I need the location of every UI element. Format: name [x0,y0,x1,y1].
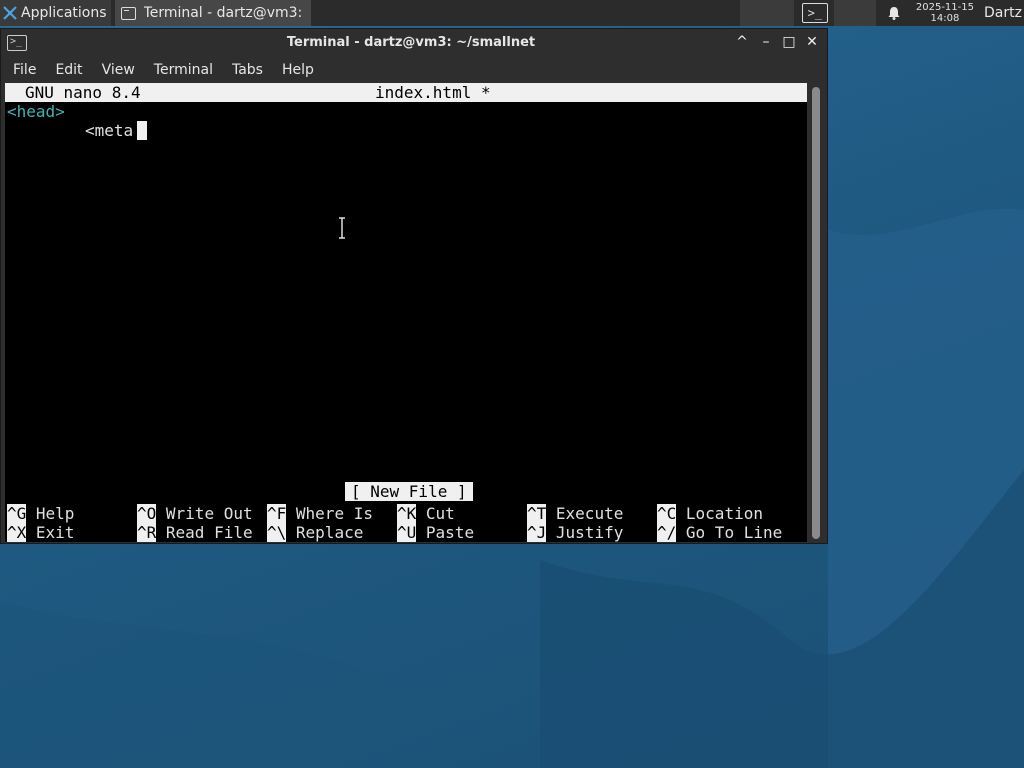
shade-up-button[interactable]: ^ [733,33,751,51]
terminal-area[interactable]: GNU nano 8.4 index.html * <head> <meta [… [5,83,807,542]
shortcut-key: ^U [397,523,417,542]
window-titlebar[interactable]: >_ Terminal - dartz@vm3: ~/smallnet ^ – … [1,29,827,57]
terminal-launcher-glyph: >_ [807,6,823,20]
terminal-launcher-icon[interactable]: >_ [801,3,828,23]
shortcut-label: Replace [295,523,364,542]
user-menu[interactable]: Dartz [984,5,1024,21]
panel-clock[interactable]: 2025-11-15 14:08 [916,2,974,24]
shortcut-key: ^O [137,504,157,523]
close-button[interactable]: ✕ [803,33,821,51]
ibeam-cursor-icon [339,217,345,239]
panel-workspace-area[interactable] [739,0,794,26]
shortcut-key: ^C [657,504,677,523]
shortcut-key: ^F [267,504,287,523]
menu-file[interactable]: File [13,62,36,78]
shortcut-key: ^R [137,523,157,542]
shortcut-execute[interactable]: ^T Execute [527,504,623,523]
shortcut-cut[interactable]: ^K Cut [397,504,455,523]
menu-help[interactable]: Help [282,62,314,78]
xfce-logo-icon [3,6,17,20]
shortcut-where-is[interactable]: ^F Where Is [267,504,373,523]
editor-line: <meta [85,121,134,140]
shortcut-label: Paste [425,523,475,542]
bell-icon[interactable] [886,5,902,21]
shortcut-key: ^T [527,504,547,523]
applications-label: Applications [21,5,107,21]
shortcut-location[interactable]: ^C Location [657,504,763,523]
shortcut-justify[interactable]: ^J Justify [527,523,623,542]
taskbar-terminal-button[interactable]: Terminal - dartz@vm3: ... [114,0,311,26]
terminal-window: >_ Terminal - dartz@vm3: ~/smallnet ^ – … [0,28,828,544]
terminal-icon [120,6,136,20]
shortcut-label: Justify [555,523,624,542]
shortcut-label: Help [35,504,75,523]
minimize-button[interactable]: – [757,33,775,51]
nano-header-bar: GNU nano 8.4 index.html * [5,83,807,102]
applications-menu-button[interactable]: Applications [0,0,111,26]
clock-time: 14:08 [930,13,960,24]
menu-terminal[interactable]: Terminal [154,62,213,78]
shortcut-replace[interactable]: ^\ Replace [267,523,363,542]
shortcut-key: ^X [7,523,27,542]
shortcut-label: Where Is [295,504,373,523]
shortcut-write-out[interactable]: ^O Write Out [137,504,253,523]
terminal-scrollbar[interactable] [809,83,823,542]
shortcut-label: Exit [35,523,75,542]
top-panel: Applications Terminal - dartz@vm3: ... >… [0,0,1024,26]
shortcut-label: Go To Line [685,523,783,542]
shortcut-key: ^K [397,504,417,523]
shortcut-label: Read File [165,523,253,542]
shortcut-key: ^\ [267,523,287,542]
menu-bar: File Edit View Terminal Tabs Help [1,57,827,83]
shortcut-help[interactable]: ^G Help [7,504,74,523]
taskbar-terminal-label: Terminal - dartz@vm3: ... [143,5,305,21]
shortcut-label: Execute [555,504,624,523]
menu-edit[interactable]: Edit [55,62,82,78]
shortcut-exit[interactable]: ^X Exit [7,523,74,542]
shortcut-key: ^/ [657,523,677,542]
shortcut-label: Cut [425,504,455,523]
maximize-button[interactable]: □ [780,33,798,51]
text-cursor [137,121,147,140]
shortcut-label: Write Out [165,504,253,523]
window-title: Terminal - dartz@vm3: ~/smallnet [286,35,536,50]
clock-date: 2025-11-15 [915,2,974,13]
scrollbar-thumb[interactable] [812,87,820,539]
shortcut-key: ^J [527,523,547,542]
nano-filename: index.html * [375,83,491,102]
shortcut-paste[interactable]: ^U Paste [397,523,474,542]
menu-view[interactable]: View [102,62,135,78]
panel-tray-area[interactable] [833,0,876,26]
menu-tabs[interactable]: Tabs [232,62,263,78]
editor-line: <head> [7,102,65,121]
shortcut-key: ^G [7,504,27,523]
shortcut-go-to-line[interactable]: ^/ Go To Line [657,523,782,542]
shortcut-read-file[interactable]: ^R Read File [137,523,253,542]
nano-version: GNU nano 8.4 [25,83,141,102]
nano-status-message: [ New File ] [345,482,473,501]
shortcut-label: Location [685,504,763,523]
